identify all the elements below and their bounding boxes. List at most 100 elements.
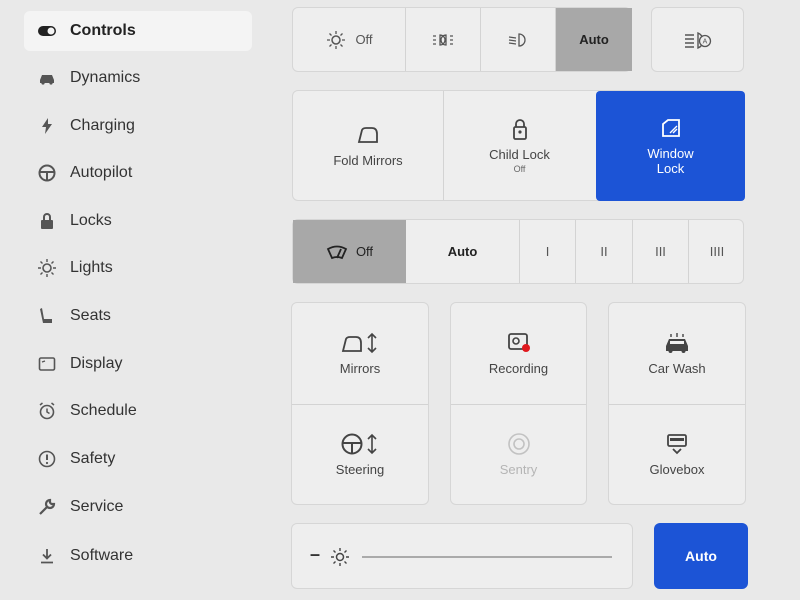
- steering-adjust-button[interactable]: Steering: [292, 404, 428, 504]
- lights-off-label: Off: [355, 32, 373, 47]
- child-lock-icon: [512, 119, 527, 140]
- recording-label: Recording: [488, 360, 549, 376]
- sidebar-item-controls[interactable]: Controls: [24, 11, 252, 51]
- low-beam-button[interactable]: [480, 8, 555, 71]
- sidebar-item-label: Dynamics: [70, 69, 141, 86]
- sidebar-item-service[interactable]: Service: [24, 487, 252, 527]
- mirror-icon: [357, 127, 378, 143]
- sidebar-item-lights[interactable]: Lights: [24, 248, 252, 288]
- brightness-auto-label: Auto: [685, 548, 717, 564]
- sidebar: Controls Dynamics Charging Autopilot Loc…: [0, 0, 270, 600]
- car-wash-icon: [666, 332, 688, 353]
- window-lock-button[interactable]: Window Lock: [596, 91, 745, 201]
- wiper-speed-label: IIII: [709, 244, 725, 259]
- wiper-speed-label: III: [655, 244, 666, 259]
- child-lock-button[interactable]: Child Lock Off: [443, 91, 595, 200]
- lock-icon: [24, 211, 70, 231]
- seat-icon: [24, 306, 70, 326]
- wipers-off-label: Off: [355, 244, 374, 259]
- sidebar-item-label: Autopilot: [70, 164, 133, 181]
- bolt-icon: [24, 116, 70, 136]
- auto-high-beam-button[interactable]: A: [651, 7, 744, 72]
- child-lock-label: Child Lock: [489, 147, 550, 162]
- steering-label: Steering: [335, 462, 385, 477]
- wiper-speed-label: I: [545, 244, 550, 259]
- glovebox-icon: [667, 434, 687, 455]
- car-icon: [24, 68, 70, 88]
- sidebar-item-label: Software: [70, 547, 134, 564]
- auto-high-beam-icon: A: [684, 31, 711, 49]
- sidebar-item-software[interactable]: Software: [24, 536, 252, 576]
- low-beam-icon: [508, 32, 526, 47]
- svg-text:A: A: [702, 38, 707, 45]
- lights-auto-label: Auto: [579, 32, 609, 47]
- sidebar-item-locks[interactable]: Locks: [24, 201, 252, 241]
- sidebar-item-label: Schedule: [70, 402, 137, 419]
- wiper-speed-label: II: [600, 244, 608, 259]
- sun-icon: [327, 30, 346, 49]
- sentry-icon: [507, 433, 530, 455]
- brightness-auto-button[interactable]: Auto: [654, 523, 748, 589]
- sidebar-item-display[interactable]: Display: [24, 344, 252, 384]
- wiper-speed-1-button[interactable]: I: [519, 220, 575, 283]
- steering-wheel-icon: [24, 163, 70, 183]
- window-lock-label: Window Lock: [647, 146, 694, 176]
- sidebar-item-label: Seats: [70, 307, 111, 324]
- sidebar-item-dynamics[interactable]: Dynamics: [24, 58, 252, 98]
- dashcam-icon: [507, 332, 530, 352]
- sidebar-item-label: Locks: [70, 212, 112, 229]
- brightness-slider[interactable]: [362, 556, 612, 558]
- sidebar-item-seats[interactable]: Seats: [24, 296, 252, 336]
- window-lock-icon: [661, 119, 680, 137]
- car-wash-label: Car Wash: [648, 360, 706, 376]
- quick-controls-panel: Fold Mirrors Child Lock Off Window Lock: [292, 90, 745, 201]
- sidebar-item-label: Controls: [70, 22, 136, 39]
- mirrors-adjust-button[interactable]: Mirrors: [292, 303, 428, 403]
- sidebar-item-schedule[interactable]: Schedule: [24, 391, 252, 431]
- brightness-panel: –: [291, 523, 633, 589]
- sidebar-item-label: Safety: [70, 450, 116, 467]
- sentry-label: Sentry: [499, 462, 538, 477]
- wipers-auto-label: Auto: [447, 244, 478, 259]
- wipers-segmented-control: Off Auto I II III IIII: [292, 219, 744, 284]
- sidebar-item-label: Charging: [70, 117, 135, 134]
- fold-mirrors-label: Fold Mirrors: [333, 153, 403, 168]
- lights-auto-button[interactable]: Auto: [555, 8, 632, 71]
- parking-lights-icon: [433, 33, 453, 46]
- glovebox-button[interactable]: Glovebox: [609, 404, 745, 504]
- sidebar-item-autopilot[interactable]: Autopilot: [24, 153, 252, 193]
- fold-mirrors-button[interactable]: Fold Mirrors: [293, 91, 443, 200]
- wiper-speed-2-button[interactable]: II: [575, 220, 632, 283]
- wiper-speed-4-button[interactable]: IIII: [688, 220, 745, 283]
- brightness-minus: –: [310, 544, 321, 564]
- wipers-off-button[interactable]: Off: [293, 220, 406, 283]
- alarm-icon: [24, 401, 70, 421]
- download-icon: [24, 546, 70, 566]
- display-icon: [24, 354, 70, 374]
- child-lock-status: Off: [513, 164, 526, 174]
- mirrors-label: Mirrors: [339, 360, 381, 376]
- parking-lights-button[interactable]: [405, 8, 480, 71]
- sidebar-item-label: Display: [70, 355, 123, 372]
- wipers-auto-button[interactable]: Auto: [406, 220, 519, 283]
- mirrors-steering-panel: Mirrors Steering: [291, 302, 429, 505]
- sentry-button[interactable]: Sentry: [451, 404, 586, 504]
- sun-icon: [24, 258, 70, 278]
- sidebar-item-label: Service: [70, 498, 124, 515]
- mirror-adjust-icon: [341, 332, 377, 353]
- glovebox-label: Glovebox: [649, 462, 705, 477]
- wiper-icon: [326, 245, 348, 259]
- carwash-glovebox-panel: Car Wash Glovebox: [608, 302, 746, 505]
- car-wash-button[interactable]: Car Wash: [609, 303, 745, 403]
- recording-button[interactable]: Recording: [451, 303, 586, 403]
- recording-sentry-panel: Recording Sentry: [450, 302, 587, 505]
- sidebar-item-charging[interactable]: Charging: [24, 106, 252, 146]
- wiper-speed-3-button[interactable]: III: [632, 220, 688, 283]
- sidebar-item-safety[interactable]: Safety: [24, 439, 252, 479]
- alert-circle-icon: [24, 449, 70, 469]
- brightness-icon: [331, 548, 349, 566]
- lights-off-button[interactable]: Off: [293, 8, 405, 71]
- toggle-icon: [24, 21, 70, 41]
- wrench-icon: [24, 497, 70, 517]
- steering-adjust-icon: [341, 433, 377, 455]
